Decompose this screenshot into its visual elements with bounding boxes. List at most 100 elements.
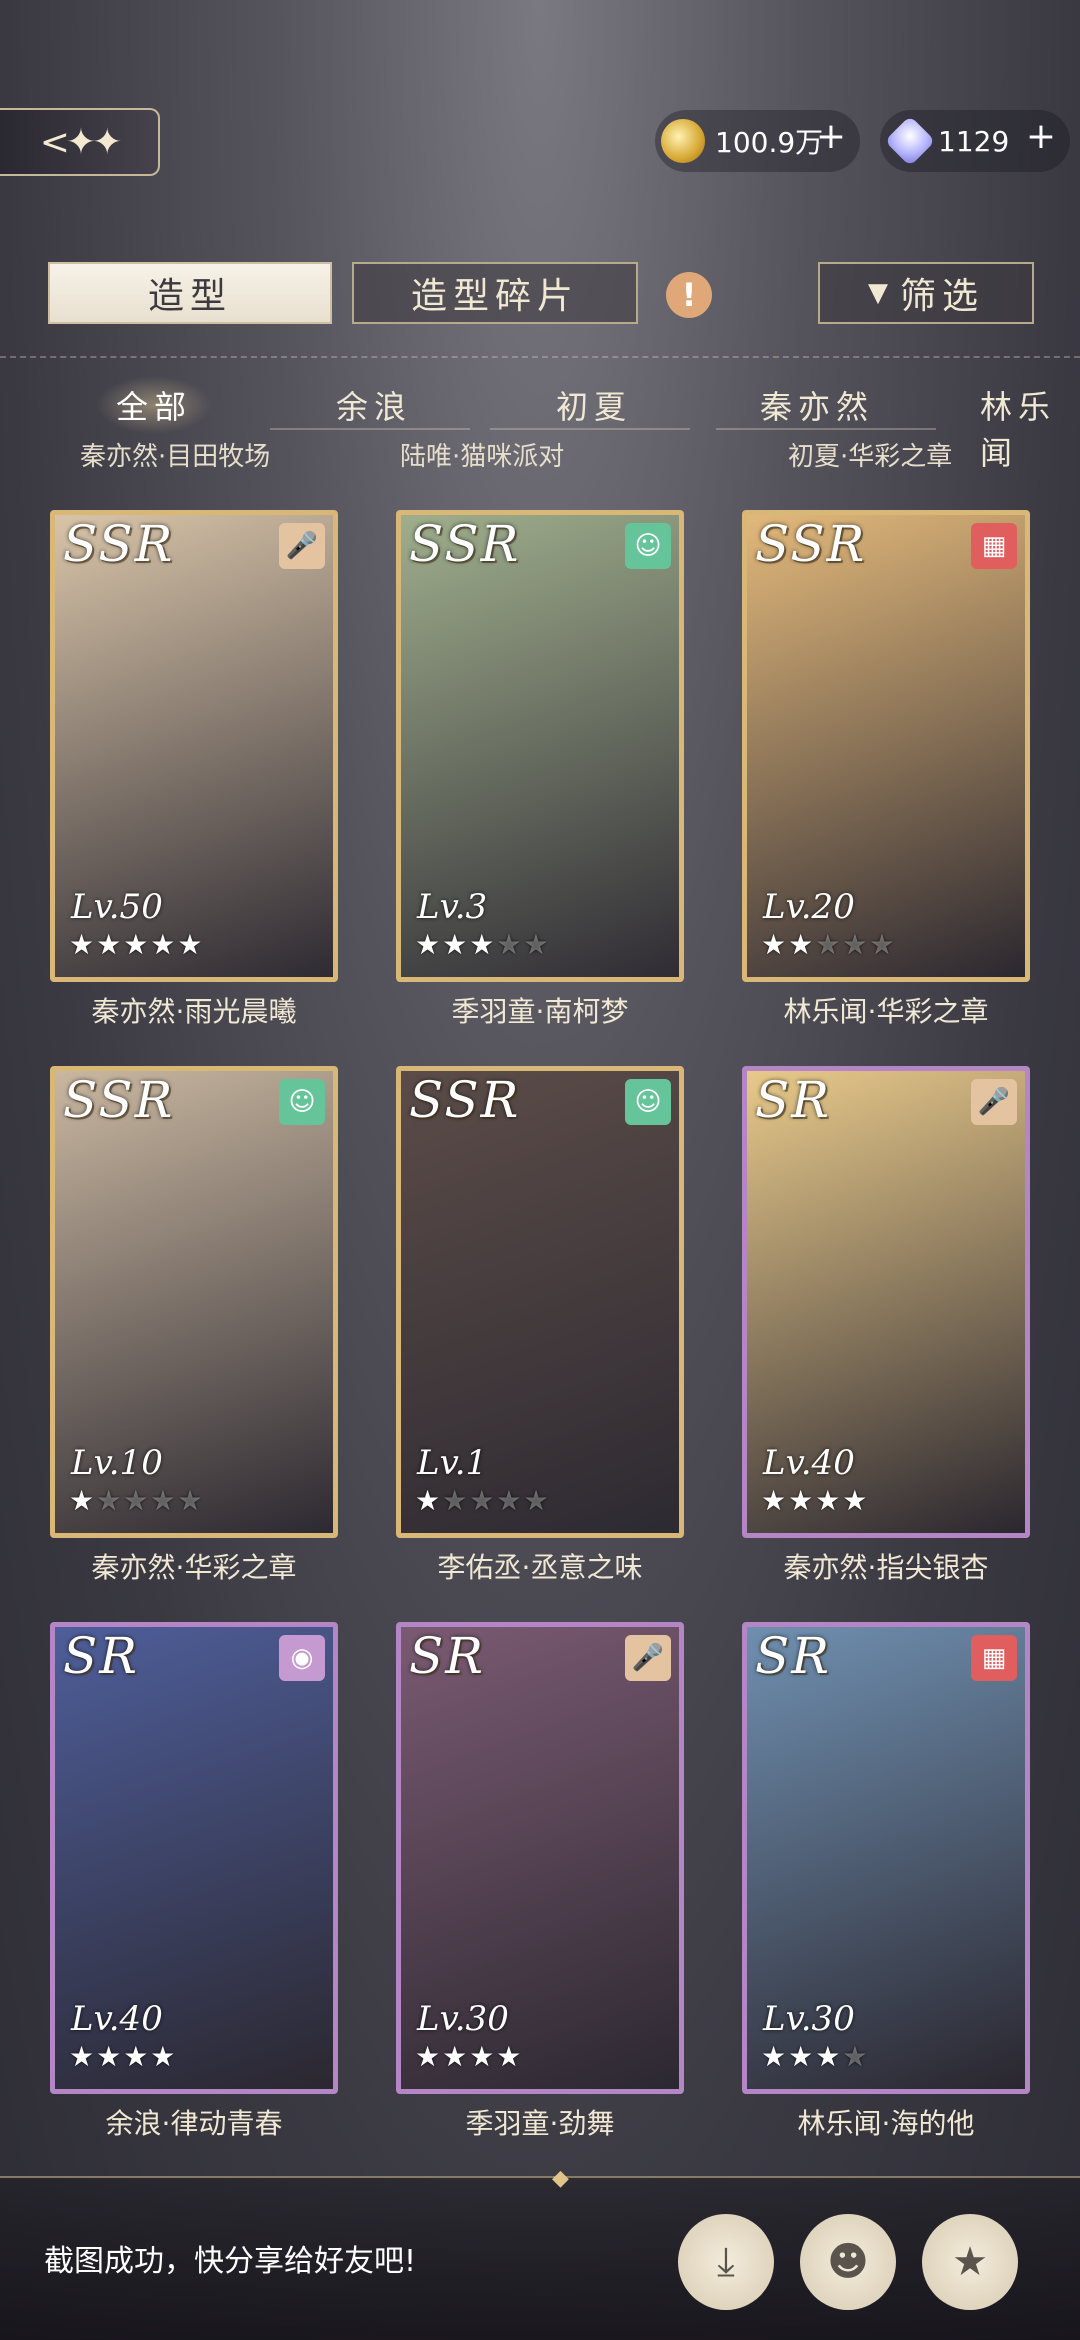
back-button[interactable]: <✦✦ bbox=[0, 108, 160, 176]
add-gems-button[interactable]: + bbox=[1026, 116, 1056, 157]
previous-row-captions: 秦亦然·目田牧场 陆唯·猫咪派对 初夏·华彩之章 bbox=[0, 436, 1080, 472]
level-label: Lv.30 bbox=[763, 1999, 855, 2039]
qq-icon: ☻ bbox=[827, 2239, 869, 2285]
filter-label: 筛选 bbox=[899, 276, 984, 317]
rarity-label: SR bbox=[755, 1627, 831, 1685]
mic-icon: 🎤 bbox=[625, 1635, 671, 1681]
character-tab-chuxia[interactable]: 初夏 bbox=[536, 376, 652, 434]
level-label: Lv.50 bbox=[71, 887, 163, 927]
character-tab-qinyiran[interactable]: 秦亦然 bbox=[740, 376, 894, 434]
rarity-label: SSR bbox=[63, 515, 175, 573]
card-frame: SR 🎤 Lv.30 ★★★★ bbox=[396, 1622, 684, 2094]
character-tabs: 全部 余浪 初夏 秦亦然 林乐闻 bbox=[0, 376, 1080, 472]
star-rating: ★★★★ bbox=[761, 2040, 870, 2073]
ornament-icon: ◆ bbox=[552, 2166, 569, 2191]
gem-amount: 1129 bbox=[938, 124, 1010, 158]
rarity-label: SR bbox=[63, 1627, 139, 1685]
download-button[interactable]: ⤓ bbox=[678, 2214, 774, 2310]
outfit-card[interactable]: SSR 🎤 Lv.50 ★★★★★ bbox=[50, 510, 338, 982]
level-label: Lv.40 bbox=[71, 1999, 163, 2039]
card-caption: 季羽童·南柯梦 bbox=[451, 995, 629, 1028]
film-icon: ▦ bbox=[971, 1635, 1017, 1681]
card-frame: SR 🎤 Lv.40 ★★★★ bbox=[742, 1066, 1030, 1538]
gem-icon bbox=[884, 115, 936, 167]
outfit-card[interactable]: SR ◉ Lv.40 ★★★★ bbox=[50, 1622, 338, 2094]
card-caption: 秦亦然·华彩之章 bbox=[91, 1551, 297, 1584]
main-tabs: 造型 造型碎片 ! ▼ 筛选 bbox=[0, 262, 1080, 328]
star-rating: ★★★★★ bbox=[415, 1484, 551, 1517]
rarity-label: SSR bbox=[409, 1071, 521, 1129]
card-frame: SSR ☺ Lv.3 ★★★★★ bbox=[396, 510, 684, 982]
level-label: Lv.30 bbox=[417, 1999, 509, 2039]
star-rating: ★★★★ bbox=[69, 2040, 178, 2073]
divider bbox=[716, 428, 936, 430]
star-rating: ★★★★★ bbox=[415, 928, 551, 961]
smile-icon: ☺ bbox=[279, 1079, 325, 1125]
disc-icon: ◉ bbox=[279, 1635, 325, 1681]
star-rating: ★★★★★ bbox=[761, 928, 897, 961]
level-label: Lv.40 bbox=[763, 1443, 855, 1483]
card-caption: 余浪·律动青春 bbox=[105, 2107, 283, 2140]
rarity-label: SSR bbox=[63, 1071, 175, 1129]
star-rating: ★★★★ bbox=[761, 1484, 870, 1517]
card-caption: 初夏·华彩之章 bbox=[788, 442, 953, 472]
download-icon: ⤓ bbox=[717, 2239, 735, 2285]
alert-icon[interactable]: ! bbox=[666, 272, 712, 318]
card-frame: SSR 🎤 Lv.50 ★★★★★ bbox=[50, 510, 338, 982]
gem-counter[interactable]: 1129 + bbox=[880, 110, 1070, 172]
outfit-card[interactable]: SR 🎤 Lv.30 ★★★★ bbox=[396, 1622, 684, 2094]
coin-counter[interactable]: 100.9万 + bbox=[655, 110, 860, 172]
back-arrow-sparkle-icon: <✦✦ bbox=[39, 121, 122, 163]
smile-icon: ☺ bbox=[625, 523, 671, 569]
level-label: Lv.10 bbox=[71, 1443, 163, 1483]
character-tab-yulang[interactable]: 余浪 bbox=[316, 376, 432, 434]
card-caption: 秦亦然·雨光晨曦 bbox=[91, 995, 297, 1028]
coin-icon bbox=[661, 119, 705, 163]
toast-message: 截图成功，快分享给好友吧! bbox=[44, 2244, 417, 2279]
card-frame: SR ◉ Lv.40 ★★★★ bbox=[50, 1622, 338, 2094]
top-bar: <✦✦ 100.9万 + 1129 + bbox=[0, 100, 1080, 180]
card-frame: SSR ▦ Lv.20 ★★★★★ bbox=[742, 510, 1030, 982]
outfit-card[interactable]: SSR ☺ Lv.3 ★★★★★ bbox=[396, 510, 684, 982]
outfit-card[interactable]: SSR ☺ Lv.1 ★★★★★ bbox=[396, 1066, 684, 1538]
smile-icon: ☺ bbox=[625, 1079, 671, 1125]
add-coins-button[interactable]: + bbox=[816, 116, 846, 157]
card-caption: 李佑丞·丞意之味 bbox=[437, 1551, 643, 1584]
card-caption: 林乐闻·华彩之章 bbox=[783, 995, 989, 1028]
divider bbox=[490, 428, 690, 430]
coin-amount: 100.9万 bbox=[715, 126, 824, 159]
star-rating: ★★★★ bbox=[415, 2040, 524, 2073]
share-qzone-button[interactable]: ★ bbox=[922, 2214, 1018, 2310]
card-frame: SSR ☺ Lv.1 ★★★★★ bbox=[396, 1066, 684, 1538]
divider bbox=[0, 356, 1080, 358]
card-caption: 季羽童·劲舞 bbox=[465, 2107, 615, 2140]
outfit-card[interactable]: SR 🎤 Lv.40 ★★★★ bbox=[742, 1066, 1030, 1538]
outfit-card[interactable]: SSR ☺ Lv.10 ★★★★★ bbox=[50, 1066, 338, 1538]
card-caption: 陆唯·猫咪派对 bbox=[400, 442, 565, 472]
filter-icon: ▼ bbox=[867, 278, 888, 308]
outfit-card[interactable]: SSR ▦ Lv.20 ★★★★★ bbox=[742, 510, 1030, 982]
level-label: Lv.1 bbox=[417, 1443, 488, 1483]
film-icon: ▦ bbox=[971, 523, 1017, 569]
level-label: Lv.20 bbox=[763, 887, 855, 927]
card-caption: 秦亦然·目田牧场 bbox=[80, 442, 271, 472]
tab-fragments[interactable]: 造型碎片 bbox=[352, 262, 638, 324]
rarity-label: SR bbox=[409, 1627, 485, 1685]
card-frame: SR ▦ Lv.30 ★★★★ bbox=[742, 1622, 1030, 2094]
character-tab-all[interactable]: 全部 bbox=[96, 376, 213, 434]
share-toast: ◆ 截图成功，快分享给好友吧! ⤓ ☻ ★ bbox=[0, 2166, 1080, 2340]
rarity-label: SR bbox=[755, 1071, 831, 1129]
mic-icon: 🎤 bbox=[971, 1079, 1017, 1125]
share-qq-button[interactable]: ☻ bbox=[800, 2214, 896, 2310]
outfit-card[interactable]: SR ▦ Lv.30 ★★★★ bbox=[742, 1622, 1030, 2094]
filter-button[interactable]: ▼ 筛选 bbox=[818, 262, 1034, 324]
card-caption: 林乐闻·海的他 bbox=[797, 2107, 975, 2140]
level-label: Lv.3 bbox=[417, 887, 488, 927]
star-rating: ★★★★★ bbox=[69, 1484, 205, 1517]
tab-model[interactable]: 造型 bbox=[48, 262, 332, 324]
star-rating: ★★★★★ bbox=[69, 928, 205, 961]
rarity-label: SSR bbox=[755, 515, 867, 573]
card-frame: SSR ☺ Lv.10 ★★★★★ bbox=[50, 1066, 338, 1538]
qzone-icon: ★ bbox=[952, 2239, 988, 2285]
mic-icon: 🎤 bbox=[279, 523, 325, 569]
